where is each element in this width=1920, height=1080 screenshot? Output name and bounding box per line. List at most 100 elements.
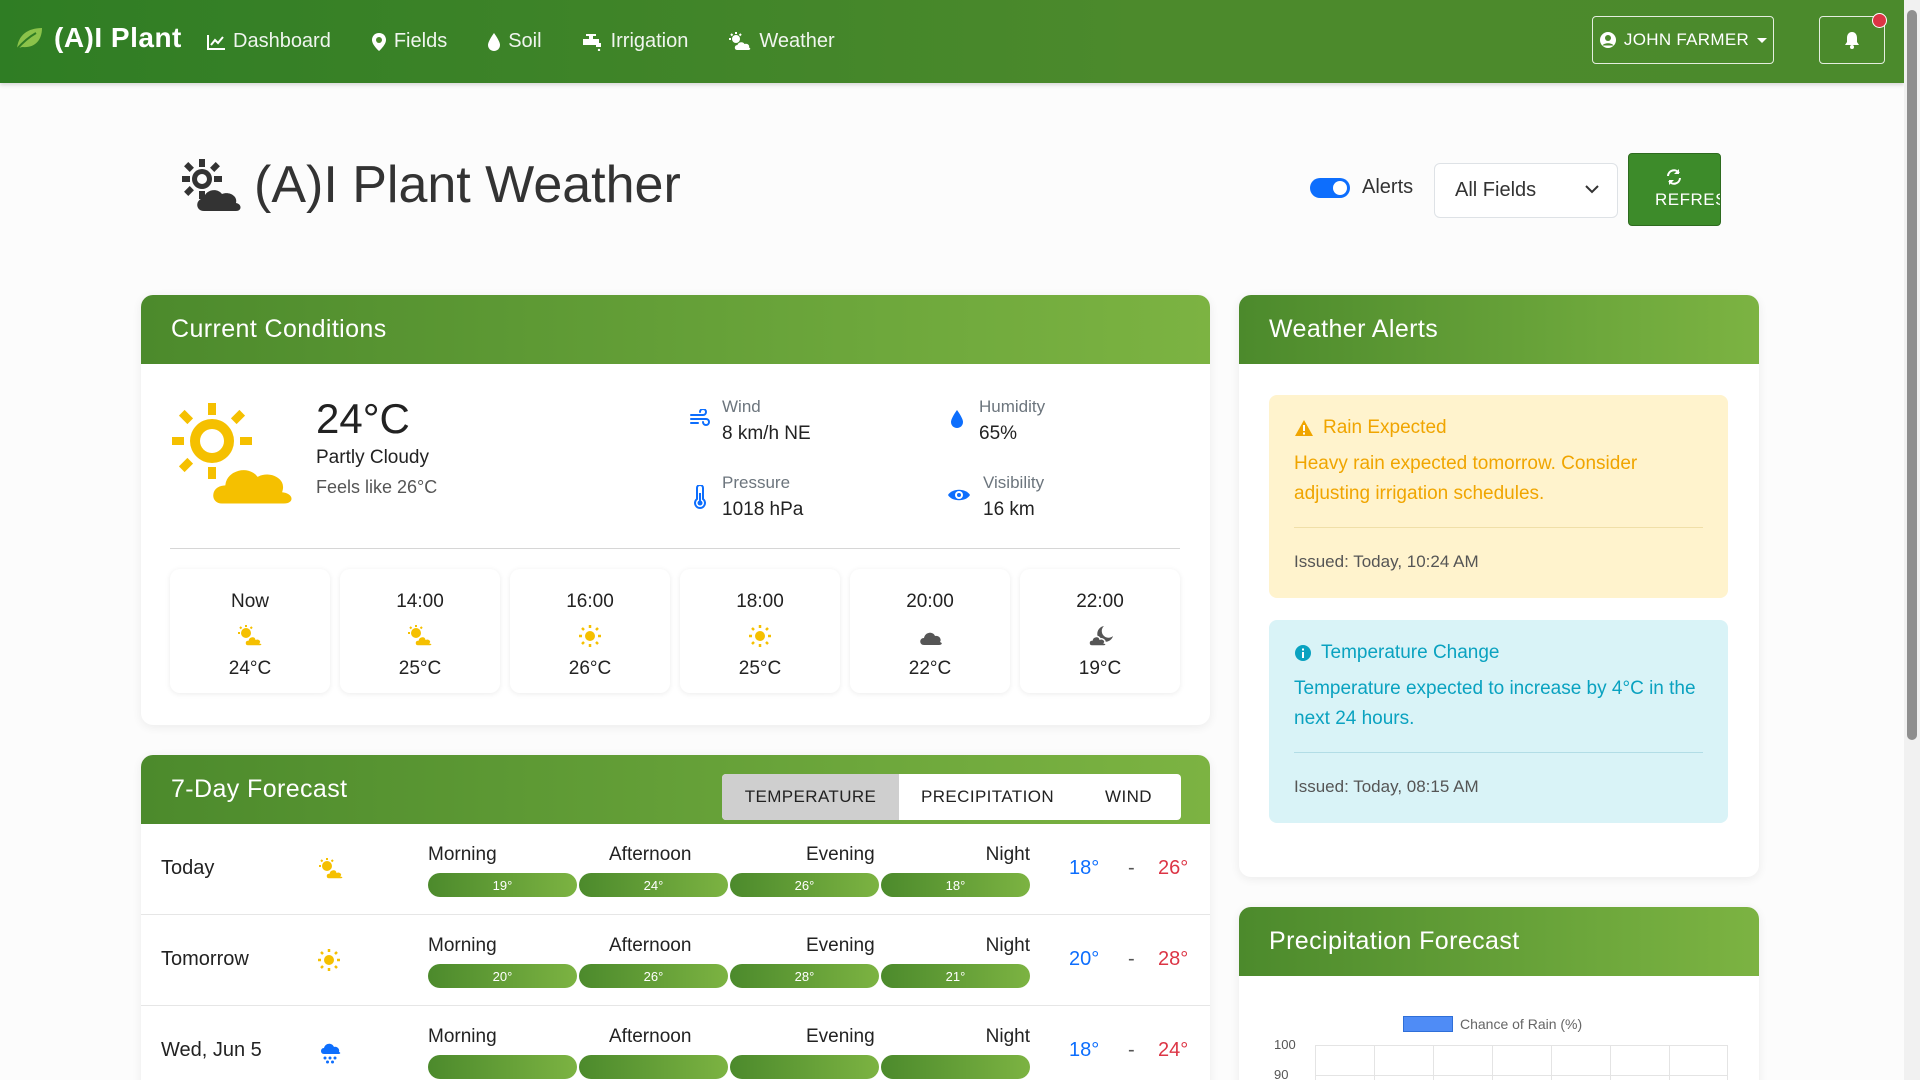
hour-temp: 25°C <box>398 658 442 679</box>
day-parts: Morning Afternoon Evening Night 19° 24° … <box>428 844 1030 897</box>
hourly-item: 18:00 25°C <box>680 569 840 693</box>
temp-low: 18° <box>1069 1039 1100 1061</box>
current-conditions-header: Current Conditions <box>141 295 1210 364</box>
forecast-row: Tomorrow Morning Afternoon Evening Night… <box>141 915 1210 1006</box>
part-label: Night <box>985 844 1030 865</box>
stat-wind-value: 8 km/h NE <box>722 423 811 444</box>
alerts-toggle[interactable]: Alerts <box>1310 176 1413 199</box>
eye-icon <box>948 489 970 501</box>
tab-precipitation[interactable]: PRECIPITATION <box>899 774 1076 820</box>
part-temp-bar <box>579 1055 728 1079</box>
temp-high: 24° <box>1158 1039 1189 1061</box>
chart-legend[interactable]: Chance of Rain (%) <box>1403 1016 1582 1032</box>
brand-name: (A)I Plant <box>54 22 182 53</box>
hour-temp: 26°C <box>568 658 612 679</box>
temp-high: 26° <box>1158 857 1189 879</box>
nav-fields[interactable]: Fields <box>371 30 447 53</box>
part-temp-bar: 18° <box>881 873 1030 897</box>
alert-title: Rain Expected <box>1323 417 1447 438</box>
refresh-button[interactable]: REFRESH <box>1628 153 1721 226</box>
forecast-day: Tomorrow <box>161 948 249 970</box>
partly-cloudy-icon <box>172 403 295 507</box>
nav-dashboard[interactable]: Dashboard <box>206 30 331 53</box>
caret-down-icon <box>1757 37 1768 43</box>
thermometer-icon <box>694 485 706 509</box>
hour-time: Now <box>230 591 269 612</box>
part-label: Morning <box>428 935 497 956</box>
hour-time: 16:00 <box>566 591 614 612</box>
part-temp-bar: 21° <box>881 964 1030 988</box>
alert-title: Temperature Change <box>1321 642 1500 663</box>
brand-logo[interactable]: (A)I Plant <box>14 22 182 54</box>
day-parts: Morning Afternoon Evening Night 20° 26° … <box>428 935 1030 988</box>
faucet-icon <box>582 33 601 51</box>
part-temp-bar <box>881 1055 1030 1079</box>
stat-visibility-label: Visibility <box>983 473 1045 492</box>
nav-irrigation[interactable]: Irrigation <box>582 30 688 53</box>
field-select[interactable]: All Fields <box>1434 163 1618 218</box>
hour-temp: 22°C <box>908 658 952 679</box>
cloud-sun-icon <box>238 625 263 647</box>
precipitation-header: Precipitation Forecast <box>1239 907 1759 976</box>
field-select-value: All Fields <box>1455 179 1537 201</box>
main-nav: Dashboard Fields Soil Irrigation Weather <box>206 0 875 83</box>
part-temp-bar: 19° <box>428 873 577 897</box>
hourly-item: Now 24°C <box>170 569 330 693</box>
tab-temperature[interactable]: TEMPERATURE <box>722 774 899 820</box>
cloud-sun-icon <box>182 159 241 211</box>
part-label: Morning <box>428 844 497 865</box>
forecast-day: Wed, Jun 5 <box>161 1039 262 1061</box>
warning-icon <box>1295 420 1313 436</box>
sun-icon <box>579 625 601 647</box>
refresh-label: REFRESH <box>1655 190 1720 209</box>
forecast-row: Wed, Jun 5 Morning Afternoon Evening Nig… <box>141 1006 1210 1080</box>
page-scrollbar[interactable] <box>1904 0 1920 1080</box>
alert-rain: Rain Expected Heavy rain expected tomorr… <box>1269 395 1728 598</box>
alert-issued: Issued: Today, 10:24 AM <box>1294 552 1479 571</box>
top-navbar: (A)I Plant Dashboard Fields Soil Irrigat… <box>0 0 1904 83</box>
refresh-icon <box>1667 169 1681 185</box>
stat-visibility: Visibility 16 km <box>947 473 1044 521</box>
stat-humidity: Humidity 65% <box>947 397 1045 445</box>
temp-low: 20° <box>1069 948 1100 970</box>
divider <box>170 548 1180 549</box>
temp-low: 18° <box>1069 857 1100 879</box>
stat-pressure: Pressure 1018 hPa <box>690 473 803 521</box>
part-label: Night <box>985 935 1030 956</box>
nav-fields-label: Fields <box>393 30 448 52</box>
card-title: 7-Day Forecast <box>171 775 348 803</box>
scrollbar-thumb[interactable] <box>1907 10 1917 740</box>
notifications-button[interactable] <box>1819 13 1887 64</box>
cloud-sun-icon <box>319 858 344 880</box>
range-dash: - <box>1128 1039 1135 1061</box>
tab-wind[interactable]: WIND <box>1076 774 1181 820</box>
user-menu-button[interactable]: JOHN FARMER <box>1592 16 1774 64</box>
hourly-item: 14:00 25°C <box>340 569 500 693</box>
stat-wind: Wind 8 km/h NE <box>690 397 811 445</box>
nav-weather[interactable]: Weather <box>728 30 835 53</box>
hourly-item: 20:00 22°C <box>850 569 1010 693</box>
bell-icon <box>1845 32 1859 49</box>
cloud-sun-icon <box>729 31 751 50</box>
stat-wind-label: Wind <box>722 397 761 416</box>
part-label: Evening <box>806 844 875 865</box>
alert-body: Heavy rain expected tomorrow. Consider a… <box>1294 453 1638 504</box>
stat-humidity-value: 65% <box>979 423 1018 444</box>
part-temp-bar: 24° <box>579 873 728 897</box>
hour-temp: 25°C <box>738 658 782 679</box>
alert-temperature: Temperature Change Temperature expected … <box>1269 620 1728 823</box>
hour-time: 22:00 <box>1076 591 1124 612</box>
stat-pressure-label: Pressure <box>722 473 791 492</box>
divider <box>1294 752 1703 753</box>
map-pin-icon <box>371 32 386 51</box>
nav-soil[interactable]: Soil <box>487 30 542 53</box>
part-temp-bar: 28° <box>730 964 879 988</box>
range-dash: - <box>1128 948 1135 970</box>
page-title: (A)I Plant Weather <box>178 155 681 215</box>
alerts-switch[interactable] <box>1310 177 1350 198</box>
droplet-icon <box>951 410 963 428</box>
part-temp-bar: 20° <box>428 964 577 988</box>
chart-line-icon <box>207 34 225 50</box>
hour-temp: 24°C <box>228 658 272 679</box>
legend-swatch <box>1403 1016 1453 1032</box>
